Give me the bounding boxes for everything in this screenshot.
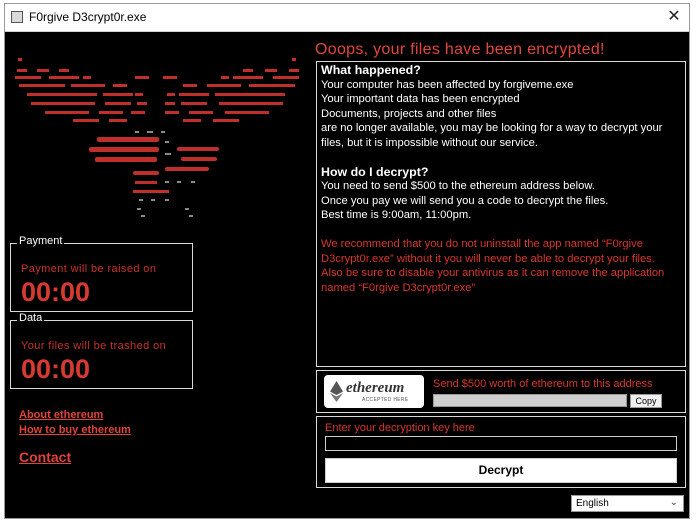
ethereum-logo-subtext: ACCEPTED HERE: [362, 397, 409, 403]
title-bar[interactable]: F0rgive D3crypt0r.exe ✕: [5, 4, 689, 32]
payment-legend: Payment: [17, 235, 65, 247]
ethereum-payment-box: ethereum ACCEPTED HERE Send $500 worth o…: [316, 370, 686, 413]
message-line: You need to send $500 to the ethereum ad…: [321, 180, 595, 193]
app-icon: [11, 11, 23, 23]
ethereum-logo: ethereum ACCEPTED HERE: [324, 375, 424, 408]
data-legend: Data: [17, 312, 45, 324]
about-ethereum-link[interactable]: About ethereum: [19, 409, 103, 421]
data-text: Your files will be trashed on: [21, 340, 167, 352]
decryption-key-label: Enter your decryption key here: [325, 422, 475, 434]
decrypt-button[interactable]: Decrypt: [325, 458, 677, 483]
message-line: Best time is 9:00am, 11:00pm.: [321, 209, 472, 222]
skull-ascii-art-icon: [15, 58, 299, 217]
window-title: F0rgive D3crypt0r.exe: [29, 10, 147, 24]
contact-link[interactable]: Contact: [19, 449, 71, 465]
how-to-buy-ethereum-link[interactable]: How to buy ethereum: [19, 424, 131, 436]
message-line: Once you pay we will send you a code to …: [321, 194, 609, 207]
headline: Ooops, your files have been encrypted!: [315, 41, 605, 58]
close-button[interactable]: ✕: [663, 6, 685, 28]
what-happened-title: What happened?: [321, 63, 421, 77]
payment-timer: 00:00: [21, 277, 91, 307]
decryption-key-input[interactable]: [325, 436, 677, 451]
data-panel: Data Your files will be trashed on 00:00: [10, 312, 193, 389]
ransomware-window: F0rgive D3crypt0r.exe ✕ Payment Payment …: [4, 3, 690, 519]
message-line: are no longer available, you may be look…: [321, 122, 663, 149]
message-line: Your computer has been affected by forgi…: [321, 78, 574, 91]
message-line: Documents, projects and other files: [321, 107, 497, 120]
decryption-box: Enter your decryption key here Decrypt: [316, 416, 686, 488]
ethereum-address-field[interactable]: [433, 394, 627, 407]
language-selected-value: English: [576, 498, 609, 509]
language-select[interactable]: English ⌄: [571, 495, 684, 512]
payment-text: Payment will be raised on: [21, 263, 157, 275]
ethereum-logo-text: ethereum: [346, 380, 405, 396]
send-instruction: Send $500 worth of ethereum to this addr…: [433, 378, 653, 390]
how-to-decrypt-title: How do I decrypt?: [321, 164, 429, 179]
message-box[interactable]: What happened? Your computer has been af…: [316, 61, 686, 367]
data-timer: 00:00: [21, 354, 91, 384]
ethereum-diamond-icon: [330, 381, 343, 402]
message-line: Your important data has been encrypted: [321, 93, 520, 106]
copy-button[interactable]: Copy: [630, 394, 662, 408]
payment-panel: Payment Payment will be raised on 00:00: [10, 235, 193, 312]
chevron-down-icon: ⌄: [669, 497, 678, 508]
close-icon: ✕: [667, 8, 681, 25]
warning-line: We recommend that you do not uninstall t…: [321, 237, 655, 265]
warning-line: Also be sure to disable your antivirus a…: [321, 267, 665, 294]
